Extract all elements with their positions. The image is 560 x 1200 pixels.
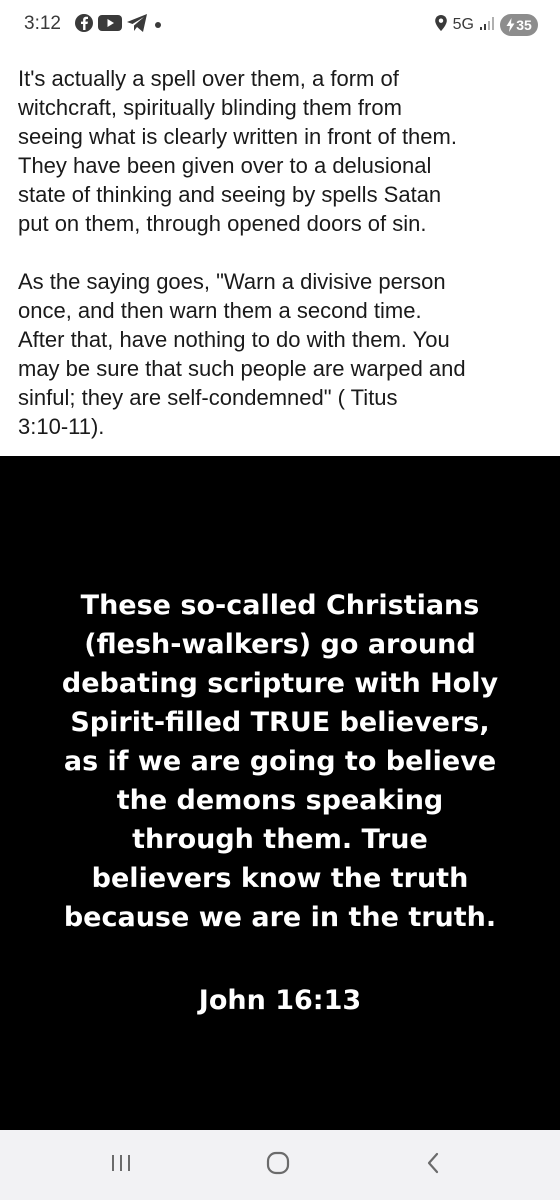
battery-level: 35 xyxy=(516,17,532,33)
dot-icon xyxy=(152,16,164,35)
home-button[interactable] xyxy=(238,1130,318,1200)
quote-reference: John 16:13 xyxy=(198,985,362,1016)
youtube-icon xyxy=(98,14,122,36)
back-button[interactable] xyxy=(394,1130,474,1200)
post-text: It's actually a spell over them, a form … xyxy=(18,64,548,441)
signal-icon xyxy=(479,15,495,35)
system-icons: 5G 35 xyxy=(434,12,538,38)
post-paragraph: As the saying goes, "Warn a divisive per… xyxy=(18,269,466,439)
recent-apps-icon xyxy=(109,1152,133,1178)
facebook-messenger-icon xyxy=(74,13,94,37)
back-icon xyxy=(422,1151,446,1179)
recent-apps-button[interactable] xyxy=(81,1130,161,1200)
post-paragraph: It's actually a spell over them, a form … xyxy=(18,66,457,236)
home-icon xyxy=(264,1149,292,1181)
network-type: 5G xyxy=(452,16,474,33)
battery-charging-icon: 35 xyxy=(500,14,538,36)
status-time: 3:12 xyxy=(24,13,61,34)
navigation-bar xyxy=(0,1130,560,1200)
notification-icons xyxy=(74,14,164,36)
location-icon xyxy=(434,14,448,36)
telegram-icon xyxy=(126,13,148,37)
status-bar: 3:12 5G 35 xyxy=(0,0,560,56)
quote-text: These so-called Christians (flesh-walker… xyxy=(61,590,499,933)
quote-image[interactable]: These so-called Christians (flesh-walker… xyxy=(0,456,560,1130)
